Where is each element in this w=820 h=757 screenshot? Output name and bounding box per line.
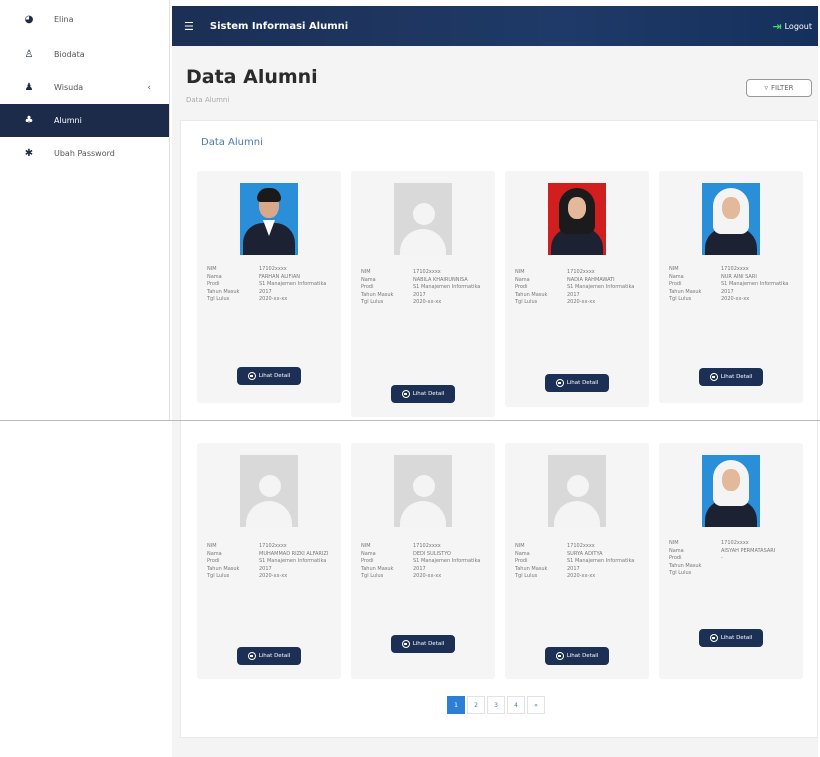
alumni-photo-placeholder: [240, 455, 298, 527]
detail-button[interactable]: Lihat Detail: [237, 367, 301, 385]
filter-icon: ▿: [764, 84, 768, 92]
logout-label: Logout: [784, 21, 812, 31]
sidebar-item-profile[interactable]: ◕ Elina: [0, 0, 169, 38]
sidebar-item-biodata[interactable]: ♙ Biodata: [0, 38, 169, 71]
alumni-info: NIM 17102xxxx Nama DEDI SULISTYO Prodi S1 M…: [361, 543, 481, 579]
alumni-card: NIM 17102xxxx Nama SURYA ADITYA Prodi S1 Ma…: [505, 443, 649, 679]
next-page-button[interactable]: »: [527, 696, 545, 714]
alumni-photo: [702, 455, 760, 527]
alumni-card: NIM 17102xxxx Nama NADIA RAHMAWATI Prodi S1…: [505, 171, 649, 407]
minus-circle-icon: [247, 652, 256, 660]
alumni-photo-placeholder: [394, 183, 452, 255]
sidebar-item-label: Alumni: [54, 116, 82, 125]
minus-circle-icon: [247, 372, 256, 380]
detail-button[interactable]: Lihat Detail: [391, 385, 455, 403]
pagination: 1 2 3 4 »: [447, 696, 545, 714]
alumni-photo-placeholder: [394, 455, 452, 527]
alumni-info: NIM 17102xxxx Nama NUR AINI SARI Prodi S1 M…: [669, 266, 789, 302]
minus-circle-icon: [401, 390, 410, 398]
menu-icon[interactable]: ☰: [184, 20, 194, 33]
alumni-info: NIM 17102xxxx Nama NADIA RAHMAWATI Prodi S1…: [515, 269, 635, 305]
detail-button[interactable]: Lihat Detail: [699, 368, 763, 386]
detail-button[interactable]: Lihat Detail: [237, 647, 301, 665]
alumni-card: NIM 17102xxxx Nama NABILA KHAIRUNNISA Prod…: [351, 171, 495, 417]
top-navbar: ☰ Sistem Informasi Alumni ⇥ Logout: [172, 6, 818, 46]
detail-button[interactable]: Lihat Detail: [545, 647, 609, 665]
breadcrumb: Data Alumni: [186, 96, 230, 104]
page-title: Data Alumni: [186, 66, 318, 88]
divider: [0, 420, 820, 421]
logout-button[interactable]: ⇥ Logout: [772, 20, 812, 33]
filter-button[interactable]: ▿ FILTER: [746, 79, 812, 97]
alumni-panel: Data Alumni NIM 17102xxxx Nama FARHAN ALIF…: [180, 120, 818, 738]
sidebar-item-label: Wisuda: [54, 83, 84, 92]
alumni-photo: [240, 183, 298, 255]
page-4-button[interactable]: 4: [507, 696, 525, 714]
user-icon: ♙: [24, 49, 34, 60]
chevron-left-icon: ‹: [147, 82, 151, 93]
page-2-button[interactable]: 2: [467, 696, 485, 714]
minus-circle-icon: [709, 373, 718, 381]
profile-icon: ◕: [24, 13, 34, 25]
sidebar-item-label: Ubah Password: [54, 149, 115, 158]
main-content: Data Alumni Data Alumni ▿ FILTER Data Al…: [172, 46, 818, 757]
app-title: Sistem Informasi Alumni: [209, 20, 349, 32]
alumni-info: NIM 17102xxxx Nama MUHAMMAD RIZKI ALFARIZI…: [207, 543, 329, 579]
filter-label: FILTER: [770, 84, 794, 92]
alumni-card: NIM 17102xxxx Nama MUHAMMAD RIZKI ALFARIZI…: [197, 443, 341, 679]
alumni-card: NIM 17102xxxx Nama AISYAH PERMATASARI Prod…: [659, 443, 803, 679]
panel-title: Data Alumni: [201, 137, 263, 148]
alumni-info: NIM 17102xxxx Nama SURYA ADITYA Prodi S1 Ma…: [515, 543, 635, 579]
graduation-icon: ♟: [24, 82, 34, 93]
alumni-photo-placeholder: [548, 455, 606, 527]
alumni-card: NIM 17102xxxx Nama DEDI SULISTYO Prodi S1 M…: [351, 443, 495, 679]
minus-circle-icon: [709, 634, 718, 642]
minus-circle-icon: [555, 652, 564, 660]
sidebar-item-label: Elina: [54, 14, 74, 24]
sidebar: ◕ Elina ♙ Biodata ♟ Wisuda ‹ ♣ Alumni ✱ …: [0, 0, 170, 420]
sidebar-item-alumni[interactable]: ♣ Alumni: [0, 104, 169, 137]
alumni-info: NIM 17102xxxx Nama NABILA KHAIRUNNISA Prod…: [361, 269, 481, 305]
detail-button[interactable]: Lihat Detail: [699, 629, 763, 647]
alumni-photo: [702, 183, 760, 255]
alumni-info: NIM 17102xxxx Nama FARHAN ALIFIAN Prodi S1 …: [207, 266, 327, 302]
detail-button[interactable]: Lihat Detail: [391, 635, 455, 653]
users-icon: ♣: [24, 115, 34, 126]
sidebar-item-ubah-password[interactable]: ✱ Ubah Password: [0, 137, 169, 170]
alumni-photo: [548, 183, 606, 255]
page-1-button[interactable]: 1: [447, 696, 465, 714]
minus-circle-icon: [401, 640, 410, 648]
sidebar-item-label: Biodata: [54, 50, 85, 59]
detail-button[interactable]: Lihat Detail: [545, 374, 609, 392]
sidebar-item-wisuda[interactable]: ♟ Wisuda ‹: [0, 71, 169, 104]
page-3-button[interactable]: 3: [487, 696, 505, 714]
minus-circle-icon: [555, 379, 564, 387]
logout-icon: ⇥: [772, 19, 782, 33]
gear-icon: ✱: [24, 148, 34, 159]
alumni-card: NIM 17102xxxx Nama NUR AINI SARI Prodi S1 M…: [659, 171, 803, 403]
alumni-card: NIM 17102xxxx Nama FARHAN ALIFIAN Prodi S1 …: [197, 171, 341, 403]
alumni-info: NIM 17102xxxx Nama AISYAH PERMATASARI Prod…: [669, 540, 776, 576]
